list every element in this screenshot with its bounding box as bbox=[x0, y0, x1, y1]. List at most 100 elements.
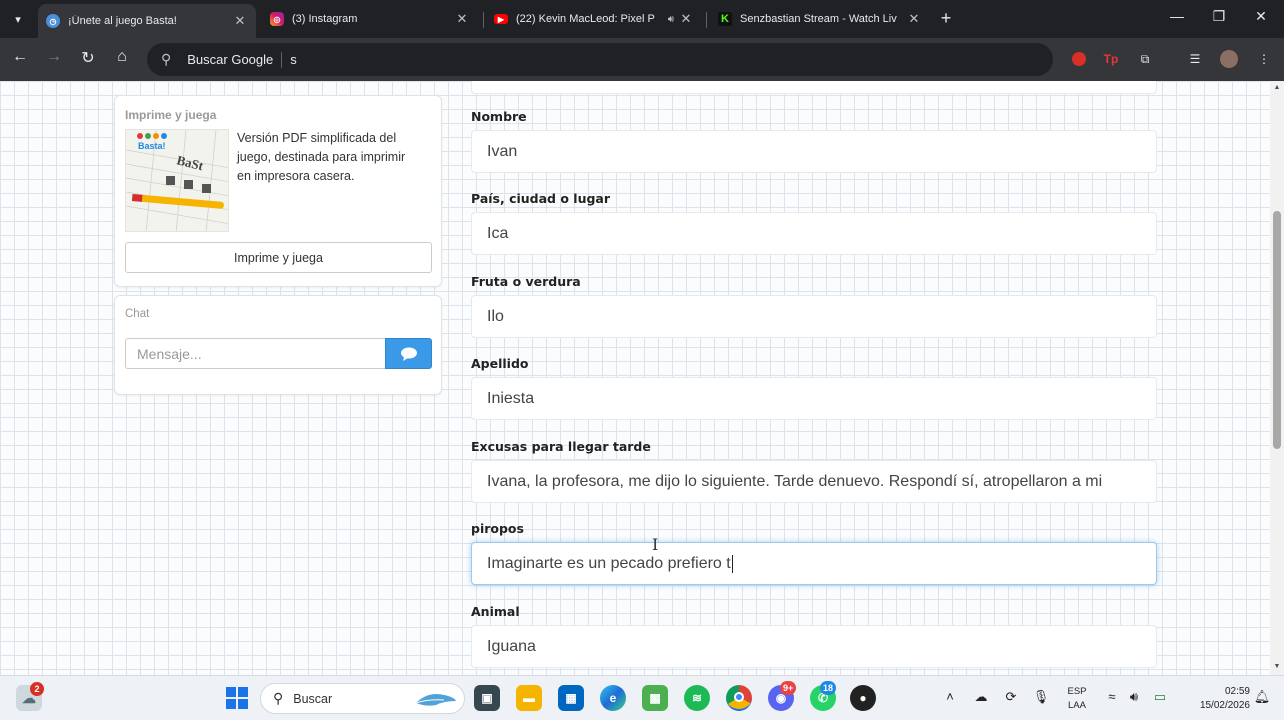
basta-favicon-icon: ◷ bbox=[46, 14, 60, 28]
volume-icon[interactable]: 🔊︎ bbox=[1124, 689, 1144, 705]
chrome-menu-icon[interactable]: ⋮ bbox=[1254, 49, 1274, 69]
search-icon: ⚲ bbox=[161, 51, 172, 67]
input-fruta[interactable]: Ilo bbox=[471, 295, 1157, 338]
tab-basta[interactable]: ◷ ¡Únete al juego Basta! ✕ bbox=[38, 4, 256, 38]
input-nombre[interactable]: Ivan bbox=[471, 130, 1157, 173]
field-label-apellido: Apellido bbox=[471, 356, 529, 371]
field-label-excusas: Excusas para llegar tarde bbox=[471, 439, 651, 454]
input-value: Ivan bbox=[487, 142, 518, 160]
input-apellido[interactable]: Iniesta bbox=[471, 377, 1157, 420]
windows-taskbar: ☁ 2 ⚲ Buscar ▣ ▬ ▦ e ▩ ≋ ◉ 9+ ✆ 18 ● ˄ ☁… bbox=[0, 675, 1284, 720]
weather-badge: 2 bbox=[30, 682, 44, 696]
chat-message-input[interactable]: Mensaje... bbox=[125, 338, 385, 369]
spotify-icon[interactable]: ≋ bbox=[684, 685, 710, 711]
tab-divider bbox=[483, 12, 484, 28]
field-label-pais: País, ciudad o lugar bbox=[471, 191, 611, 206]
reading-list-icon[interactable]: ☰ bbox=[1185, 49, 1205, 69]
minecraft-icon[interactable]: ▩ bbox=[642, 685, 668, 711]
close-tab-icon[interactable]: ✕ bbox=[678, 11, 694, 27]
address-bar[interactable]: ⚲ Buscar Google s bbox=[147, 43, 1053, 76]
microsoft-store-icon[interactable]: ▦ bbox=[558, 685, 584, 711]
taskbar-search[interactable]: ⚲ Buscar bbox=[260, 683, 465, 714]
mouse-ibeam-cursor-icon: I bbox=[652, 535, 659, 554]
whatsapp-badge: 18 bbox=[820, 681, 837, 695]
input-value: Ica bbox=[487, 224, 509, 242]
page-scrollbar[interactable]: ▲ ▼ bbox=[1270, 81, 1284, 675]
input-animal[interactable]: Iguana bbox=[471, 625, 1157, 668]
wifi-icon[interactable]: ≈ bbox=[1102, 689, 1122, 704]
omnibox-divider bbox=[281, 51, 283, 68]
forward-button[interactable]: → bbox=[42, 48, 66, 66]
search-engine-label: Buscar Google bbox=[187, 52, 274, 67]
input-excusas[interactable]: Ivana, la profesora, me dijo lo siguient… bbox=[471, 460, 1157, 503]
edge-icon[interactable]: e bbox=[600, 685, 626, 711]
print-panel-title: Imprime y juega bbox=[125, 108, 217, 122]
youtube-icon: ▶ bbox=[494, 14, 508, 24]
tab-title: Senzbastian Stream - Watch Liv bbox=[740, 13, 897, 25]
home-button[interactable]: ⌂ bbox=[110, 48, 134, 66]
input-piropos[interactable]: Imaginarte es un pecado prefiero t bbox=[471, 542, 1157, 585]
tab-title: (22) Kevin MacLeod: Pixel P bbox=[516, 13, 655, 25]
input-value: Imaginarte es un pecado prefiero t bbox=[487, 554, 731, 572]
tab-youtube[interactable]: ▶ (22) Kevin MacLeod: Pixel P 🔊︎ ✕ bbox=[486, 4, 702, 34]
chat-send-button[interactable] bbox=[385, 338, 432, 369]
chat-panel: Chat Mensaje... bbox=[114, 295, 442, 395]
tab-strip: ▾ ◷ ¡Únete al juego Basta! ✕ ◎ (3) Insta… bbox=[0, 0, 1284, 38]
field-label-fruta: Fruta o verdura bbox=[471, 274, 581, 289]
keyboard-layout: LAA bbox=[1068, 700, 1086, 711]
field-label-piropos: piropos bbox=[471, 521, 524, 536]
tab-search-button[interactable]: ▾ bbox=[6, 7, 30, 31]
battery-icon[interactable]: ▭ bbox=[1150, 689, 1170, 705]
thumbnail-logo-text: Basta! bbox=[138, 141, 166, 151]
file-explorer-icon[interactable]: ▬ bbox=[516, 685, 542, 711]
windows-start-icon[interactable] bbox=[224, 685, 250, 711]
chat-bubble-icon bbox=[400, 347, 417, 361]
browser-toolbar: ← → ↻ ⌂ ⚲ Buscar Google s Tp ⧉ ☰ ⋮ bbox=[0, 38, 1284, 81]
scroll-down-icon[interactable]: ▼ bbox=[1273, 663, 1281, 671]
tab-kick[interactable]: K Senzbastian Stream - Watch Liv ✕ bbox=[710, 4, 930, 34]
taskbar-search-label: Buscar bbox=[293, 691, 333, 706]
obs-icon[interactable]: ● bbox=[850, 685, 876, 711]
microphone-icon[interactable]: 🎙︎ bbox=[1031, 689, 1051, 705]
minimize-button[interactable]: — bbox=[1162, 8, 1192, 24]
input-pais[interactable]: Ica bbox=[471, 212, 1157, 255]
chrome-icon[interactable] bbox=[726, 685, 752, 711]
input-value: Ivana, la profesora, me dijo lo siguient… bbox=[487, 472, 1103, 490]
clock-time: 02:59 bbox=[1224, 686, 1250, 697]
address-input[interactable]: s bbox=[290, 52, 297, 67]
reload-button[interactable]: ↻ bbox=[76, 48, 100, 68]
scroll-up-icon[interactable]: ▲ bbox=[1273, 84, 1281, 92]
print-and-play-button[interactable]: Imprime y juega bbox=[125, 242, 432, 273]
extension-record-icon[interactable] bbox=[1069, 49, 1089, 69]
audio-playing-icon[interactable]: 🔊︎ bbox=[668, 14, 674, 25]
language-indicator[interactable]: ESP LAA bbox=[1066, 685, 1088, 713]
close-tab-icon[interactable]: ✕ bbox=[454, 11, 470, 27]
print-description: Versión PDF simplificada del juego, dest… bbox=[237, 131, 406, 183]
print-panel: Imprime y juega Basta! BaSt Versión PDF … bbox=[114, 95, 442, 287]
search-icon: ⚲ bbox=[273, 690, 284, 706]
tab-title: (3) Instagram bbox=[292, 13, 358, 25]
restore-button[interactable]: ❐ bbox=[1204, 8, 1234, 25]
kick-icon: K bbox=[718, 12, 732, 26]
tray-overflow-icon[interactable]: ˄ bbox=[940, 689, 960, 704]
task-view-icon[interactable]: ▣ bbox=[474, 685, 500, 711]
extensions-puzzle-icon[interactable]: ⧉ bbox=[1135, 49, 1155, 69]
onedrive-icon[interactable]: ☁ bbox=[971, 689, 991, 705]
profile-avatar[interactable] bbox=[1219, 49, 1239, 69]
scrollbar-thumb[interactable] bbox=[1273, 211, 1281, 449]
extension-tp-icon[interactable]: Tp bbox=[1101, 49, 1121, 69]
close-window-button[interactable]: ✕ bbox=[1246, 8, 1276, 25]
tab-divider bbox=[706, 12, 707, 28]
close-tab-icon[interactable]: ✕ bbox=[906, 11, 922, 27]
previous-field[interactable] bbox=[471, 81, 1157, 94]
back-button[interactable]: ← bbox=[8, 48, 32, 66]
tab-instagram[interactable]: ◎ (3) Instagram ✕ bbox=[262, 4, 478, 34]
sync-icon[interactable]: ⟳ bbox=[1001, 689, 1021, 705]
clock-date: 15/02/2026 bbox=[1199, 700, 1250, 711]
system-clock[interactable]: 02:59 15/02/2026 bbox=[1180, 685, 1250, 713]
close-tab-icon[interactable]: ✕ bbox=[232, 13, 248, 29]
print-thumbnail-image: Basta! BaSt bbox=[125, 129, 229, 232]
chat-panel-title: Chat bbox=[125, 308, 150, 320]
notifications-icon[interactable]: 🔔︎ bbox=[1252, 689, 1272, 705]
new-tab-button[interactable]: + bbox=[935, 8, 957, 29]
